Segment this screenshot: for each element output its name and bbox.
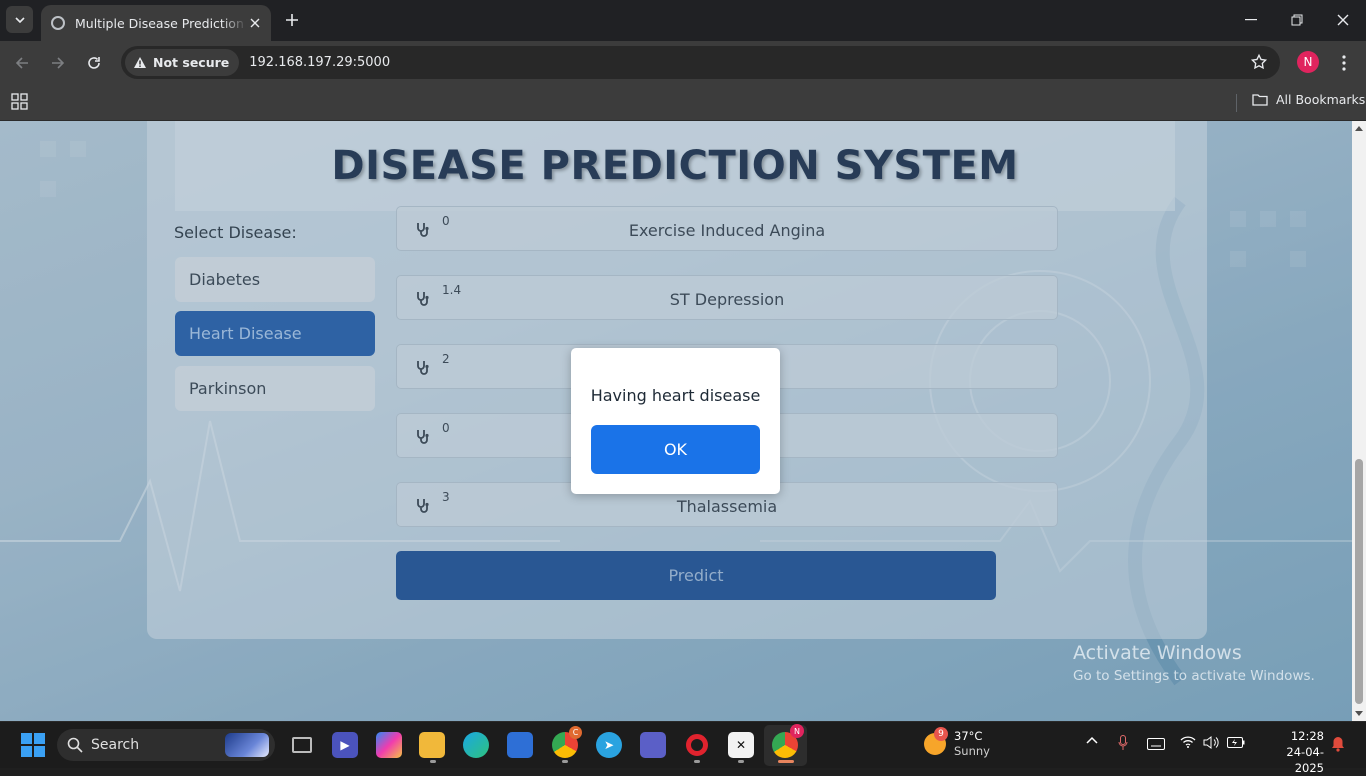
reload-icon [88,57,100,69]
watermark-subtitle: Go to Settings to activate Windows. [1073,668,1315,684]
chrome-profile-badge: C [569,726,582,739]
arrow-right-icon [52,57,65,69]
search-icon [67,737,83,753]
site-info-chip[interactable]: Not secure [125,49,240,76]
warning-icon [134,57,146,68]
page-scrollbar[interactable] [1352,121,1366,721]
weather-temperature: 37°C [954,729,983,743]
close-window-button[interactable] [1330,8,1356,32]
browser-tab-strip: Multiple Disease Prediction System [0,0,1366,41]
microphone-icon[interactable] [1118,735,1128,751]
watermark-title: Activate Windows [1073,642,1242,664]
tab-title: Multiple Disease Prediction System [75,15,247,31]
more-vertical-icon [1342,55,1346,71]
edge-icon[interactable] [463,732,489,758]
capcut-icon[interactable]: ✕ [728,732,754,758]
security-label: Not secure [153,55,230,70]
close-icon [250,18,260,28]
all-bookmarks-label: All Bookmarks [1276,92,1366,107]
plus-icon [286,14,298,26]
back-button[interactable] [10,51,34,75]
folder-icon [1252,94,1268,106]
browser-menu-button[interactable] [1334,51,1354,75]
weather-widget[interactable]: 9 37°C Sunny [924,727,990,759]
activate-windows-watermark: Activate Windows Go to Settings to activ… [1073,642,1315,684]
apps-grid-button[interactable] [11,93,28,114]
opera-icon[interactable] [684,732,710,758]
browser-toolbar: Not secure 192.168.197.29:5000 N [0,41,1366,85]
bookmark-star-button[interactable] [1250,53,1268,75]
telegram-icon[interactable]: ➤ [596,732,622,758]
browser-tab[interactable]: Multiple Disease Prediction System [41,5,271,41]
weather-badge: 9 [934,727,948,741]
start-button[interactable] [20,732,46,758]
close-tab-button[interactable] [247,15,263,31]
store-icon[interactable] [507,732,533,758]
weather-description: Sunny [954,744,990,758]
alert-dialog: Having heart disease OK [571,348,780,494]
chrome-active-profile-badge: N [790,724,804,738]
ok-button[interactable]: OK [591,425,760,474]
web-page: DISEASE PREDICTION SYSTEM Select Disease… [0,121,1352,721]
keyboard-icon[interactable] [1147,738,1165,750]
close-icon [1337,14,1349,26]
running-indicator [430,760,436,763]
volume-icon[interactable] [1203,736,1219,749]
battery-charging-icon[interactable] [1227,737,1245,748]
alert-message: Having heart disease [590,386,761,405]
minimize-button[interactable] [1238,8,1264,32]
bookmarks-bar: All Bookmarks [0,85,1366,121]
all-bookmarks-button[interactable]: All Bookmarks [1252,92,1365,107]
teams-icon[interactable] [640,732,666,758]
profile-avatar[interactable]: N [1297,51,1319,73]
tab-search-button[interactable] [6,6,33,33]
windows-logo-icon [21,733,45,757]
system-clock[interactable]: 12:28 24-04-2025 [1258,728,1324,776]
meet-app-icon[interactable]: ▶ [332,732,358,758]
scroll-up-arrow-icon[interactable] [1355,125,1363,131]
clock-time: 12:28 [1290,729,1324,743]
apps-grid-icon [11,93,28,110]
active-indicator [778,760,794,763]
chevron-up-icon[interactable] [1086,736,1098,744]
scrollbar-thumb[interactable] [1355,459,1363,704]
running-indicator [694,760,700,763]
scroll-down-arrow-icon[interactable] [1355,711,1363,717]
minimize-icon [1245,19,1257,21]
arrow-left-icon [15,57,28,69]
restore-icon [1291,14,1303,26]
copilot-icon[interactable] [376,732,402,758]
chrome-icon[interactable]: C [552,726,582,758]
reload-button[interactable] [82,51,106,75]
taskbar-search[interactable]: Search [57,729,275,761]
address-bar[interactable]: Not secure 192.168.197.29:5000 [121,46,1280,79]
search-label: Search [91,737,140,753]
sun-icon: 9 [924,727,948,755]
running-indicator [562,760,568,763]
wifi-icon[interactable] [1180,736,1196,748]
star-icon [1250,53,1268,70]
notification-bell-icon[interactable] [1331,736,1345,752]
chevron-down-icon [14,16,25,23]
task-view-icon[interactable] [289,732,315,758]
search-highlight-image [225,733,269,757]
clock-date: 24-04-2025 [1286,745,1324,775]
file-explorer-icon[interactable] [419,732,445,758]
new-tab-button[interactable] [282,10,302,30]
running-indicator [738,760,744,763]
windows-taskbar: Search ▶ C ➤ ✕ N 9 37°C Sunny 12:28 24-0… [0,721,1366,775]
globe-icon [51,16,65,30]
chrome-active-icon[interactable]: N [772,724,804,758]
restore-button[interactable] [1284,8,1310,32]
bookmarks-divider [1236,94,1237,112]
forward-button[interactable] [46,51,70,75]
url-text: 192.168.197.29:5000 [249,55,391,70]
